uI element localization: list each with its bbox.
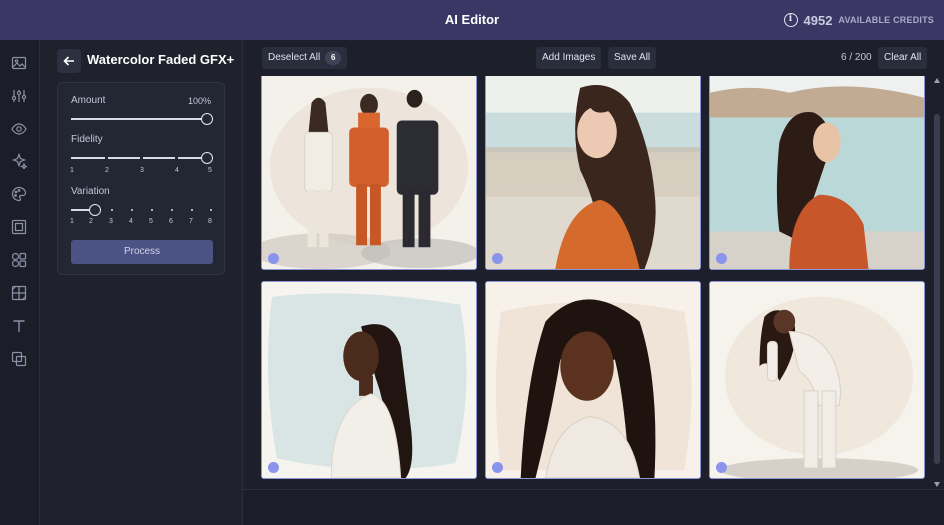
variation-tick: 1 — [70, 218, 74, 225]
eye-icon[interactable] — [11, 121, 27, 137]
selected-indicator — [268, 462, 279, 473]
image-tile[interactable] — [261, 281, 477, 479]
variation-tick: 7 — [189, 218, 193, 225]
credits-display: i 4952 AVAILABLE CREDITS — [783, 0, 935, 40]
effect-settings-card: Amount 100% Fidelity 1 2 3 4 5 Variation… — [57, 82, 225, 275]
watercolor-photo-woman-lake-profile — [710, 76, 924, 269]
variation-tick-mark — [111, 209, 113, 211]
sparkle-effects-icon[interactable] — [11, 152, 29, 171]
fidelity-tick: 2 — [105, 167, 109, 174]
fidelity-tick: 3 — [140, 167, 144, 174]
tool-rail — [0, 40, 40, 525]
variation-slider-knob[interactable] — [89, 204, 101, 216]
image-count: 6 / 200 — [841, 52, 872, 63]
variation-slider-fill — [71, 209, 91, 211]
image-workspace: Deselect All 6 Add Images Save All 6 / 20… — [243, 40, 944, 525]
fidelity-slider-knob[interactable] — [201, 152, 213, 164]
deselect-all-button[interactable]: Deselect All 6 — [262, 47, 348, 69]
image-icon[interactable] — [11, 55, 27, 71]
texture-icon[interactable] — [11, 285, 27, 301]
watercolor-photo-woman-braids-portrait — [486, 282, 700, 478]
image-tile[interactable] — [709, 76, 925, 270]
variation-label: Variation — [71, 186, 110, 197]
selected-count-badge: 6 — [325, 51, 342, 65]
selected-indicator — [492, 462, 503, 473]
fidelity-tick: 5 — [208, 167, 212, 174]
text-icon[interactable] — [11, 318, 27, 334]
amount-value: 100% — [187, 96, 211, 106]
process-button[interactable]: Process — [71, 240, 213, 264]
fidelity-label: Fidelity — [71, 134, 103, 145]
settings-panel: Watercolor Faded GFX+ Amount 100% Fideli… — [40, 40, 243, 525]
selected-indicator — [716, 462, 727, 473]
back-button[interactable] — [57, 49, 81, 73]
fidelity-tick: 1 — [70, 167, 74, 174]
variation-tick-mark — [131, 209, 133, 211]
fidelity-step-gap — [140, 156, 143, 160]
clear-all-button[interactable]: Clear All — [878, 47, 928, 69]
variation-tick: 3 — [109, 218, 113, 225]
variation-tick: 8 — [208, 218, 212, 225]
variation-tick-mark — [72, 209, 74, 211]
save-all-button[interactable]: Save All — [608, 47, 657, 69]
variation-tick-mark — [210, 209, 212, 211]
amount-slider-knob[interactable] — [201, 113, 213, 125]
variation-tick-mark — [171, 209, 173, 211]
watercolor-photo-woman-orange-jacket — [486, 76, 700, 269]
fidelity-step-gap — [105, 156, 108, 160]
deselect-all-label: Deselect All — [268, 52, 321, 63]
overlay-icon[interactable] — [11, 351, 27, 367]
shapes-icon[interactable] — [11, 252, 27, 268]
variation-tick: 5 — [149, 218, 153, 225]
image-tile[interactable] — [485, 281, 701, 479]
info-icon[interactable]: i — [783, 13, 798, 27]
selected-indicator — [492, 253, 503, 264]
watercolor-photo-woman-braids-profile — [262, 282, 476, 478]
fidelity-tick: 4 — [175, 167, 179, 174]
variation-tick: 4 — [129, 218, 133, 225]
arrow-left-icon — [63, 56, 74, 66]
effect-title: Watercolor Faded GFX+ — [87, 52, 235, 67]
watercolor-photo-woman-white-suit — [710, 282, 924, 478]
variation-tick-mark — [191, 209, 193, 211]
image-tile[interactable] — [261, 76, 477, 270]
watercolor-photo-three-women — [262, 76, 476, 269]
add-images-button[interactable]: Add Images — [536, 47, 602, 69]
credits-label: AVAILABLE CREDITS — [838, 15, 934, 25]
selected-indicator — [716, 253, 727, 264]
image-tile[interactable] — [709, 281, 925, 479]
image-tile[interactable] — [485, 76, 701, 270]
palette-icon[interactable] — [11, 186, 27, 202]
image-toolbar: Deselect All 6 Add Images Save All 6 / 20… — [243, 40, 944, 76]
top-bar: AI Editor i 4952 AVAILABLE CREDITS — [0, 0, 944, 40]
scrollbar-thumb[interactable] — [934, 114, 940, 464]
amount-slider[interactable] — [71, 118, 213, 120]
image-grid — [243, 76, 933, 489]
scroll-down-icon[interactable] — [934, 482, 940, 487]
fidelity-step-gap — [175, 156, 178, 160]
variation-tick: 6 — [169, 218, 173, 225]
frame-icon[interactable] — [11, 219, 27, 235]
variation-tick-mark — [151, 209, 153, 211]
vertical-scrollbar[interactable] — [932, 76, 943, 489]
bottom-strip — [243, 489, 944, 525]
selected-indicator — [268, 253, 279, 264]
amount-label: Amount — [71, 95, 106, 106]
scroll-up-icon[interactable] — [934, 78, 940, 83]
variation-tick: 2 — [89, 218, 93, 225]
adjust-sliders-icon[interactable] — [11, 88, 27, 104]
credits-value: 4952 — [803, 12, 833, 28]
